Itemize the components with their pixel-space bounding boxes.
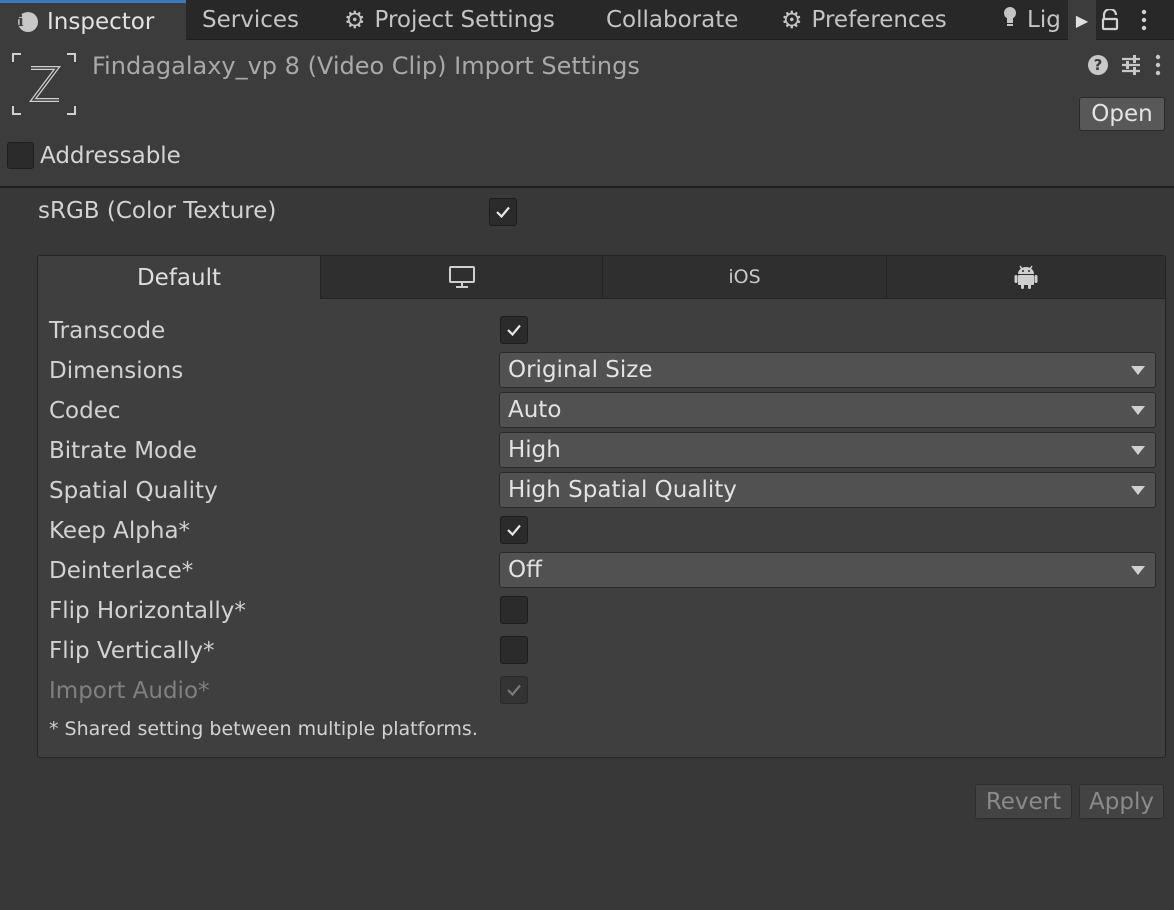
srgb-label: sRGB (Color Texture)	[38, 198, 277, 224]
chevron-down-icon	[1131, 446, 1145, 455]
spatial-quality-label: Spatial Quality	[49, 478, 218, 504]
dropdown-value: Off	[508, 557, 542, 583]
android-icon	[1014, 265, 1038, 289]
addressable-label: Addressable	[40, 143, 181, 169]
asset-title: Findagalaxy_vp 8 (Video Clip) Import Set…	[92, 52, 640, 80]
platform-tab-label: Default	[136, 264, 222, 291]
flip-vertically-label: Flip Vertically*	[49, 638, 215, 664]
dropdown-value: High	[508, 437, 561, 463]
tab-preferences[interactable]: ⚙ Preferences	[781, 0, 947, 40]
tab-label: Project Settings	[374, 7, 555, 33]
platform-tab-default[interactable]: Default	[38, 256, 320, 299]
revert-button[interactable]: Revert	[975, 784, 1072, 819]
bitrate-mode-dropdown[interactable]: High	[499, 432, 1156, 468]
deinterlace-dropdown[interactable]: Off	[499, 552, 1156, 588]
platform-tabs: Default iOS	[38, 256, 1165, 299]
platform-tab-ios[interactable]: iOS	[602, 256, 886, 299]
tab-lighting[interactable]: Lig	[1002, 0, 1061, 40]
codec-label: Codec	[49, 398, 121, 424]
dropdown-value: Auto	[508, 397, 562, 423]
tab-label: Inspector	[47, 8, 155, 35]
transcode-label: Transcode	[49, 318, 166, 344]
platform-settings-panel: Default iOS Transcode Dimensions Origina…	[37, 255, 1166, 758]
shared-setting-footnote: * Shared setting between multiple platfo…	[49, 718, 478, 740]
spatial-quality-dropdown[interactable]: High Spatial Quality	[499, 472, 1156, 508]
srgb-checkbox[interactable]	[489, 198, 517, 226]
chevron-down-icon	[1131, 486, 1145, 495]
dropdown-value: Original Size	[508, 357, 653, 383]
chevron-down-icon	[1131, 366, 1145, 375]
checkmark-icon	[507, 324, 521, 337]
apply-button[interactable]: Apply	[1079, 784, 1164, 819]
tab-collaborate[interactable]: Collaborate	[606, 0, 738, 40]
info-icon: i	[18, 11, 38, 32]
keep-alpha-label: Keep Alpha*	[49, 518, 191, 544]
checkmark-icon	[507, 684, 521, 697]
keep-alpha-checkbox[interactable]	[500, 516, 528, 544]
tab-inspector[interactable]: i Inspector	[0, 0, 186, 40]
platform-tab-standalone[interactable]	[320, 256, 602, 299]
dropdown-value: High Spatial Quality	[508, 477, 737, 503]
dimensions-dropdown[interactable]: Original Size	[499, 352, 1156, 388]
video-clip-asset-icon	[11, 52, 77, 116]
flip-horizontally-label: Flip Horizontally*	[49, 598, 246, 624]
tab-services[interactable]: Services	[202, 0, 299, 40]
tab-label: Preferences	[811, 7, 947, 33]
tab-project-settings[interactable]: ⚙ Project Settings	[344, 0, 555, 40]
lightbulb-icon	[1002, 6, 1018, 34]
editor-tab-bar: i Inspector Services ⚙ Project Settings …	[0, 0, 1174, 40]
checkmark-icon	[496, 206, 510, 219]
codec-dropdown[interactable]: Auto	[499, 392, 1156, 428]
addressable-checkbox[interactable]	[7, 142, 34, 169]
lock-icon[interactable]	[1100, 0, 1120, 40]
gear-icon: ⚙	[781, 6, 803, 34]
open-button[interactable]: Open	[1079, 97, 1165, 131]
asset-header: Findagalaxy_vp 8 (Video Clip) Import Set…	[0, 40, 1174, 188]
tab-scroll-right-icon[interactable]: ▶	[1068, 0, 1096, 40]
component-menu-kebab-icon[interactable]	[1154, 54, 1162, 76]
deinterlace-label: Deinterlace*	[49, 558, 194, 584]
presets-sliders-icon[interactable]	[1120, 54, 1142, 76]
chevron-down-icon	[1131, 566, 1145, 575]
transcode-checkbox[interactable]	[500, 316, 528, 344]
header-icons: ?	[1088, 54, 1162, 76]
tab-label: Services	[202, 7, 299, 33]
help-icon[interactable]: ?	[1088, 55, 1108, 75]
checkmark-icon	[507, 524, 521, 537]
tab-label: Lig	[1027, 7, 1061, 33]
tab-label: Collaborate	[606, 7, 739, 33]
tab-menu-kebab-icon[interactable]	[1140, 0, 1148, 40]
import-audio-checkbox	[500, 676, 528, 704]
dimensions-label: Dimensions	[49, 358, 184, 384]
platform-tab-android[interactable]	[886, 256, 1165, 299]
import-audio-label: Import Audio*	[49, 678, 210, 704]
bitrate-mode-label: Bitrate Mode	[49, 438, 197, 464]
flip-horizontally-checkbox[interactable]	[500, 596, 528, 624]
chevron-down-icon	[1131, 406, 1145, 415]
flip-vertically-checkbox[interactable]	[500, 636, 528, 664]
monitor-icon	[448, 266, 475, 288]
gear-icon: ⚙	[344, 6, 366, 34]
platform-tab-label: iOS	[728, 266, 761, 288]
